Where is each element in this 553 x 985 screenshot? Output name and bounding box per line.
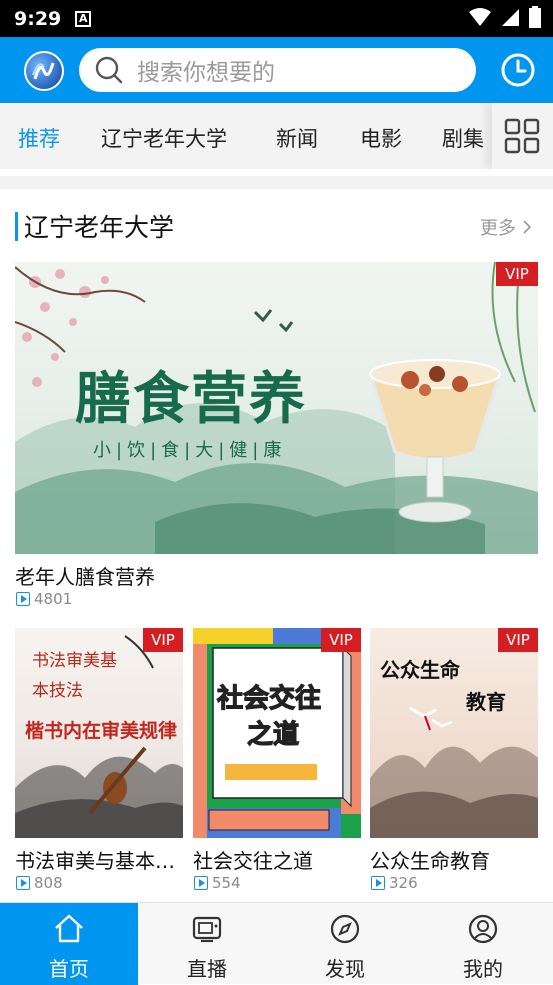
card-art-line1: 公众生命	[380, 658, 460, 682]
nav-live[interactable]: 直播	[138, 903, 276, 985]
status-time: 9:29	[14, 7, 62, 30]
card-art-line2: 本技法	[32, 681, 83, 701]
card-view-count: 808	[16, 874, 63, 892]
course-card[interactable]: 社会交往 之道 VIP	[193, 628, 361, 838]
play-count-icon	[194, 876, 208, 890]
more-label: 更多	[480, 218, 516, 239]
course-card[interactable]: 公众生命 教育 VIP	[370, 628, 538, 838]
nav-discover-label: 发现	[325, 957, 365, 981]
banner-title: 膳食营养	[75, 366, 307, 432]
featured-banner[interactable]: 膳食营养 小|饮|食|大|健|康 VIP	[15, 262, 538, 554]
view-count-value: 326	[389, 874, 418, 892]
tab-series[interactable]: 剧集	[442, 123, 484, 153]
search-placeholder: 搜索你想要的	[137, 60, 275, 86]
nav-profile[interactable]: 我的	[414, 903, 552, 985]
history-clock-icon[interactable]	[500, 52, 536, 88]
nav-profile-label: 我的	[463, 957, 503, 981]
more-link[interactable]: 更多	[480, 214, 532, 240]
tab-liaoning-senior-university[interactable]: 辽宁老年大学	[101, 123, 227, 153]
battery-icon	[529, 6, 541, 28]
tab-news[interactable]: 新闻	[276, 123, 318, 153]
vip-badge: VIP	[498, 628, 538, 652]
section-title: 辽宁老年大学	[24, 213, 175, 242]
app-header: 搜索你想要的	[0, 37, 553, 103]
nav-home[interactable]: 首页	[0, 903, 138, 985]
search-icon	[95, 56, 123, 84]
vip-badge: VIP	[143, 628, 183, 652]
course-card[interactable]: 书法审美基 本技法 楷书内在审美规律 VIP	[15, 628, 183, 838]
category-tabs: 推荐 辽宁老年大学 新闻 电影 剧集	[0, 103, 553, 169]
card-art-line2: 教育	[466, 690, 506, 714]
all-categories-button[interactable]	[492, 103, 553, 169]
compass-icon	[330, 914, 360, 944]
section-divider	[0, 176, 553, 189]
card-title[interactable]: 社会交往之道	[193, 845, 313, 874]
view-count-value: 4801	[34, 590, 73, 608]
notification-icon: A	[75, 10, 92, 27]
play-count-icon	[16, 876, 30, 890]
tab-movies[interactable]: 电影	[360, 123, 402, 153]
card-art-line1: 书法审美基	[32, 651, 117, 671]
nav-home-label: 首页	[49, 957, 89, 981]
app-logo[interactable]	[24, 51, 64, 91]
tv-icon	[192, 916, 222, 943]
vip-badge: VIP	[496, 262, 538, 286]
user-icon	[468, 914, 498, 944]
bottom-navigation: 首页 直播 发现 我的	[0, 902, 553, 985]
card-title[interactable]: 书法审美与基本…	[15, 845, 185, 874]
status-indicators	[469, 6, 541, 28]
card-title[interactable]: 公众生命教育	[370, 845, 490, 874]
view-count-value: 808	[34, 874, 63, 892]
banner-subtitle: 小|饮|食|大|健|康	[93, 440, 287, 461]
vip-badge: VIP	[321, 628, 361, 652]
view-count-value: 554	[212, 874, 241, 892]
card-view-count: 326	[371, 874, 418, 892]
nav-live-label: 直播	[187, 957, 227, 981]
grid-icon	[504, 118, 540, 154]
card-art-line2: 之道	[246, 719, 300, 750]
play-count-icon	[371, 876, 385, 890]
home-icon	[55, 914, 83, 943]
play-count-icon	[16, 592, 30, 606]
section-accent-bar	[15, 212, 18, 241]
card-art-line1: 社会交往	[216, 683, 322, 714]
search-bar[interactable]: 搜索你想要的	[79, 48, 476, 92]
signal-icon	[502, 9, 519, 26]
nav-discover[interactable]: 发现	[276, 903, 414, 985]
card-art-line3: 楷书内在审美规律	[25, 720, 178, 742]
status-bar: 9:29 A	[0, 0, 553, 37]
wifi-icon	[469, 8, 491, 26]
tab-recommend[interactable]: 推荐	[18, 123, 60, 153]
card-view-count: 554	[194, 874, 241, 892]
featured-view-count: 4801	[16, 590, 72, 608]
chevron-right-icon	[523, 220, 531, 234]
featured-title[interactable]: 老年人膳食营养	[15, 561, 155, 590]
